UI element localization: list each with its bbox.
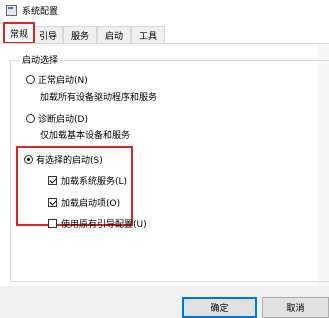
diagnostic-startup-description: 仅加载基本设备和服务 xyxy=(40,131,131,141)
title-bar: 系统配置 xyxy=(0,0,329,20)
tab-services[interactable]: 服务 xyxy=(63,26,97,43)
tab-tools[interactable]: 工具 xyxy=(131,26,165,43)
tab-startup[interactable]: 启动 xyxy=(97,26,131,43)
diagnostic-startup-label: 诊断启动(D) xyxy=(38,115,88,125)
use-original-boot-config-label: 使用原有引导配置(U) xyxy=(61,220,147,230)
normal-startup-description: 加载所有设备驱动程序和服务 xyxy=(40,93,158,103)
system-config-icon xyxy=(6,4,17,16)
checkbox-use-original-boot-config[interactable]: 使用原有引导配置(U) xyxy=(48,217,147,230)
tab-boot[interactable]: 引导 xyxy=(33,26,63,43)
checkbox-load-system-services[interactable]: 加载系统服务(L) xyxy=(48,174,127,187)
radio-circle[interactable] xyxy=(26,75,35,84)
tab-bar: 引导 服务 启动 工具 常规 xyxy=(0,22,329,44)
window-title: 系统配置 xyxy=(22,6,59,17)
checkbox-load-startup-items[interactable]: 加载启动项(O) xyxy=(48,196,120,209)
load-system-services-label: 加载系统服务(L) xyxy=(61,177,128,187)
radio-circle[interactable] xyxy=(26,114,35,123)
checkbox-checked[interactable] xyxy=(48,198,57,207)
checkbox-unchecked[interactable] xyxy=(48,219,57,228)
startup-selection-label: 启动选择 xyxy=(20,53,61,66)
cancel-button[interactable]: 取消 xyxy=(262,297,329,318)
ok-button[interactable]: 确定 xyxy=(182,297,257,318)
radio-circle-selected[interactable] xyxy=(24,155,33,164)
radio-selective-startup[interactable]: 有选择的启动(S) xyxy=(24,153,103,166)
radio-normal-startup[interactable]: 正常启动(N) xyxy=(26,73,88,86)
normal-startup-label: 正常启动(N) xyxy=(38,76,88,86)
selective-startup-label: 有选择的启动(S) xyxy=(36,156,103,166)
checkbox-checked[interactable] xyxy=(48,176,57,185)
radio-diagnostic-startup[interactable]: 诊断启动(D) xyxy=(26,112,88,125)
load-startup-items-label: 加载启动项(O) xyxy=(61,199,121,209)
tab-general[interactable]: 常规 xyxy=(3,22,35,44)
